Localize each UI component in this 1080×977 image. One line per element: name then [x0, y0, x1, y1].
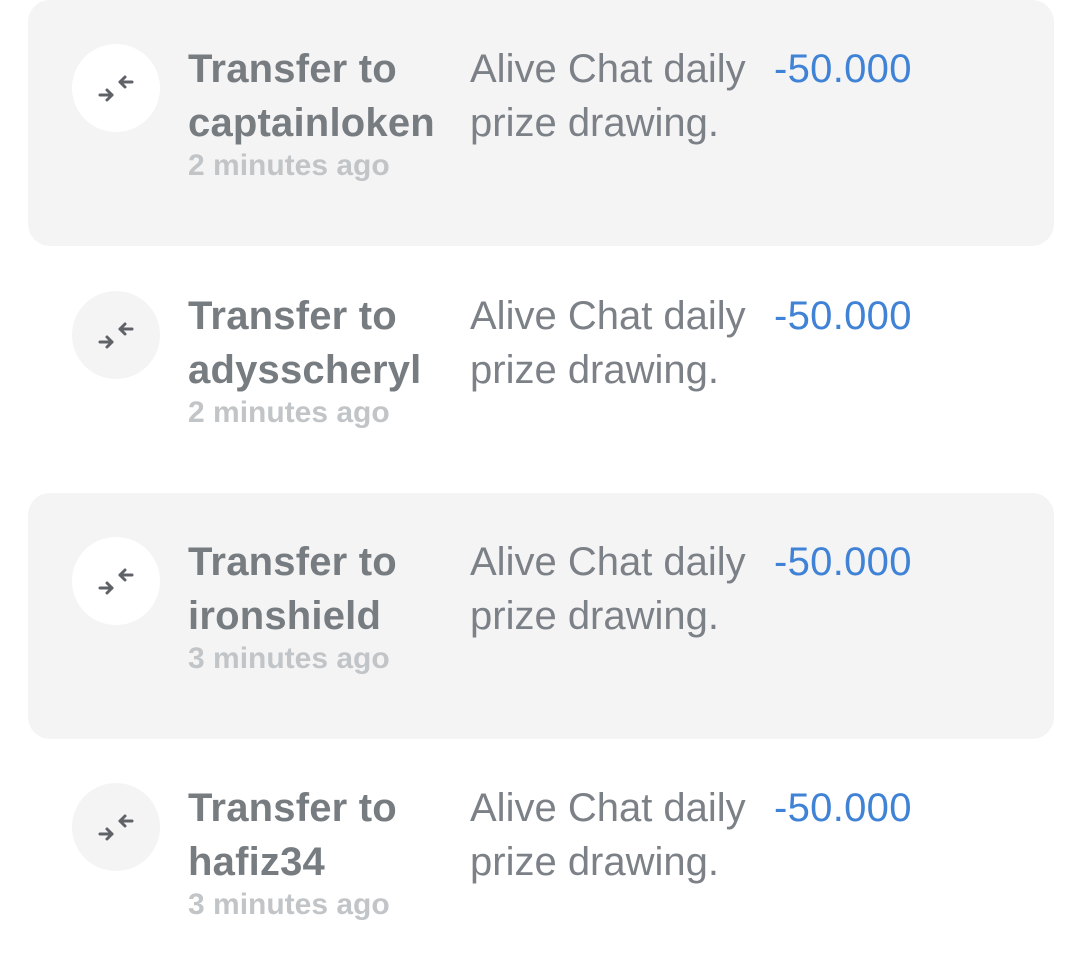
transaction-row[interactable]: Transfer to adysscheryl 2 minutes ago Al…: [28, 247, 1054, 493]
timestamp: 3 minutes ago: [188, 888, 390, 921]
recipient-name: captainloken: [188, 101, 435, 145]
transaction-memo: Alive Chat daily prize drawing.: [470, 540, 746, 638]
transfer-arrows-icon: [72, 44, 160, 132]
transaction-memo: Alive Chat daily prize drawing.: [470, 294, 746, 392]
title-prefix: Transfer to: [188, 540, 397, 584]
transaction-title: Transfer to ironshield: [188, 535, 460, 643]
title-prefix: Transfer to: [188, 786, 397, 830]
transfer-arrows-icon: [72, 537, 160, 625]
timestamp: 3 minutes ago: [188, 642, 390, 675]
transaction-title: Transfer to hafiz34: [188, 781, 460, 889]
transaction-list: Transfer to captainloken 2 minutes ago A…: [0, 0, 1080, 977]
transaction-row[interactable]: Transfer to captainloken 2 minutes ago A…: [28, 0, 1054, 246]
timestamp: 2 minutes ago: [188, 149, 390, 182]
transaction-amount: -50.000: [774, 786, 912, 830]
transaction-title: Transfer to captainloken: [188, 42, 460, 150]
transfer-arrows-icon: [72, 783, 160, 871]
transaction-amount: -50.000: [774, 294, 912, 338]
recipient-name: ironshield: [188, 594, 382, 638]
transaction-memo: Alive Chat daily prize drawing.: [470, 786, 746, 884]
recipient-name: hafiz34: [188, 840, 326, 884]
transaction-memo: Alive Chat daily prize drawing.: [470, 47, 746, 145]
title-prefix: Transfer to: [188, 294, 397, 338]
transfer-arrows-icon: [72, 291, 160, 379]
transaction-row[interactable]: Transfer to hafiz34 3 minutes ago Alive …: [28, 739, 1054, 977]
title-prefix: Transfer to: [188, 47, 397, 91]
recipient-name: adysscheryl: [188, 348, 422, 392]
transaction-amount: -50.000: [774, 540, 912, 584]
timestamp: 2 minutes ago: [188, 396, 390, 429]
transaction-row[interactable]: Transfer to ironshield 3 minutes ago Ali…: [28, 493, 1054, 739]
transaction-amount: -50.000: [774, 47, 912, 91]
transaction-title: Transfer to adysscheryl: [188, 289, 460, 397]
